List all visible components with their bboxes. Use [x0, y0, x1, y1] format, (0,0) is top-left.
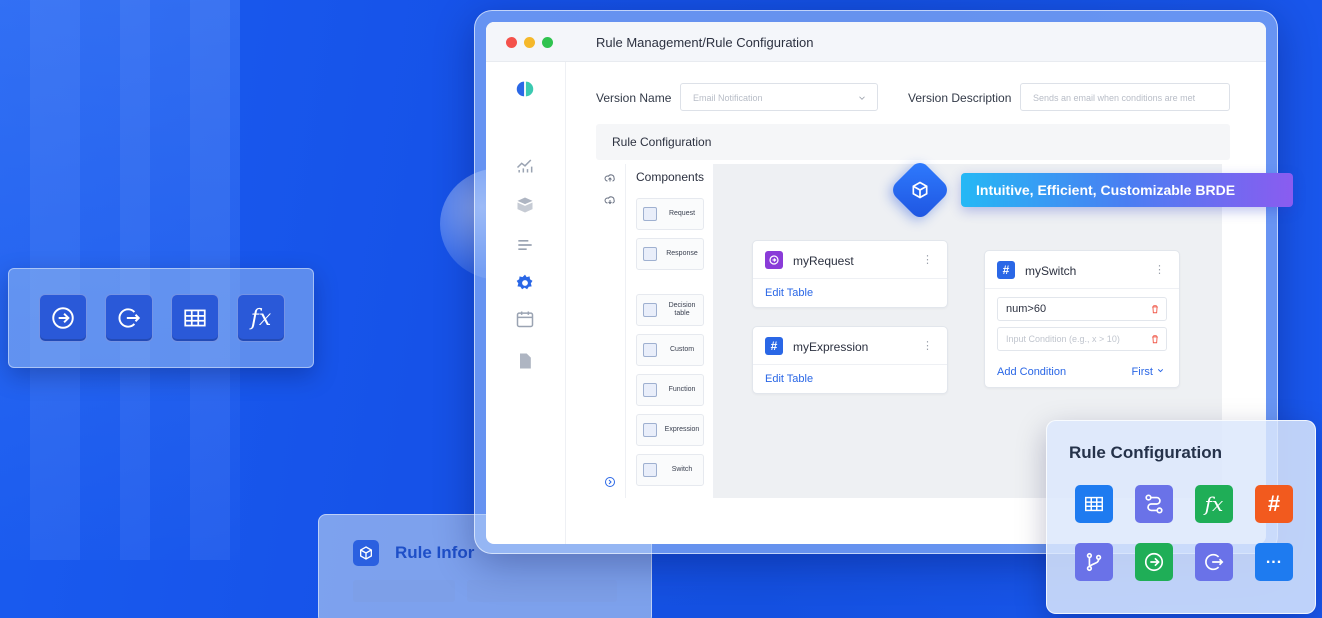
- condition-input[interactable]: num>60: [997, 297, 1167, 321]
- hash-icon: #: [997, 261, 1015, 279]
- components-panel: Components Request Response Decision tab…: [626, 164, 714, 498]
- sidebar: [486, 62, 566, 544]
- left-rail: [596, 164, 626, 498]
- version-description-placeholder: Sends an email when conditions are met: [1033, 93, 1196, 103]
- node-my-switch[interactable]: # mySwitch ⋮ num>60 Input Condition (e.g…: [984, 250, 1180, 388]
- calendar-icon[interactable]: [514, 308, 536, 330]
- edit-table-link[interactable]: Edit Table: [765, 373, 813, 385]
- function-fx-icon[interactable]: fx: [1195, 485, 1233, 523]
- rule-configuration-title: Rule Configuration: [612, 135, 712, 149]
- more-vertical-icon[interactable]: ⋮: [922, 253, 933, 266]
- app-logo-icon[interactable]: [514, 78, 536, 100]
- component-request[interactable]: Request: [636, 198, 704, 230]
- cube-icon: [908, 178, 932, 202]
- version-description-input[interactable]: Sends an email when conditions are met: [1020, 83, 1230, 111]
- delete-icon[interactable]: [1150, 333, 1160, 345]
- node-name: myRequest: [793, 254, 854, 268]
- floating-tool-panel: fx: [8, 268, 314, 368]
- mode-select[interactable]: First: [1132, 366, 1165, 378]
- list-icon[interactable]: [514, 234, 536, 256]
- version-name-value: Email Notification: [693, 93, 763, 103]
- placeholder-bar: [467, 580, 617, 602]
- more-vertical-icon[interactable]: ⋮: [922, 339, 933, 352]
- components-title: Components: [636, 170, 705, 184]
- logout-icon[interactable]: [105, 294, 153, 342]
- rule-configuration-header: Rule Configuration: [596, 124, 1230, 160]
- rule-info-title: Rule Infor: [395, 543, 475, 562]
- title-bar: Rule Management/Rule Configuration: [486, 22, 1266, 62]
- node-name: myExpression: [793, 340, 869, 354]
- expand-panel-icon[interactable]: [604, 476, 616, 488]
- hash-icon[interactable]: #: [1255, 485, 1293, 523]
- more-horizontal-icon[interactable]: ...: [1255, 543, 1293, 581]
- more-vertical-icon[interactable]: ⋮: [1154, 263, 1165, 276]
- component-switch[interactable]: Switch: [636, 454, 704, 486]
- request-node-icon: [765, 251, 783, 269]
- minimize-window-button[interactable]: [524, 37, 535, 48]
- cloud-download-icon[interactable]: [604, 194, 616, 206]
- node-my-expression[interactable]: # myExpression ⋮ Edit Table: [752, 326, 948, 394]
- response-icon: [643, 247, 657, 261]
- table-icon[interactable]: [171, 294, 219, 342]
- component-response[interactable]: Response: [636, 238, 704, 270]
- package-icon[interactable]: [514, 194, 536, 216]
- chevron-down-icon: [1157, 369, 1164, 373]
- placeholder-bar: [353, 580, 455, 602]
- settings-gear-icon[interactable]: [514, 272, 536, 294]
- function-icon: [643, 383, 657, 397]
- feature-banner: Intuitive, Efficient, Customizable BRDE: [961, 173, 1293, 207]
- expression-icon: [643, 423, 657, 437]
- custom-icon: [643, 343, 657, 357]
- table-icon[interactable]: [1075, 485, 1113, 523]
- component-function[interactable]: Function: [636, 374, 704, 406]
- close-window-button[interactable]: [506, 37, 517, 48]
- delete-icon[interactable]: [1150, 303, 1160, 315]
- node-name: mySwitch: [1025, 264, 1077, 278]
- request-icon: [643, 207, 657, 221]
- cube-icon: [353, 540, 379, 566]
- flow-route-icon[interactable]: [1135, 485, 1173, 523]
- version-description-label: Version Description: [908, 91, 1012, 105]
- hash-icon: #: [765, 337, 783, 355]
- cloud-upload-icon[interactable]: [604, 172, 616, 184]
- analytics-icon[interactable]: [514, 154, 536, 176]
- component-custom[interactable]: Custom: [636, 334, 704, 366]
- add-condition-link[interactable]: Add Condition: [997, 366, 1066, 378]
- edit-table-link[interactable]: Edit Table: [765, 287, 813, 299]
- rule-configuration-card: Rule Configuration fx # ...: [1046, 420, 1316, 614]
- login-icon[interactable]: [1135, 543, 1173, 581]
- condition-input-empty[interactable]: Input Condition (e.g., x > 10): [997, 327, 1167, 351]
- version-name-label: Version Name: [596, 91, 672, 105]
- maximize-window-button[interactable]: [542, 37, 553, 48]
- logout-icon[interactable]: [1195, 543, 1233, 581]
- login-icon[interactable]: [39, 294, 87, 342]
- chevron-down-icon: [859, 96, 865, 100]
- git-branch-icon[interactable]: [1075, 543, 1113, 581]
- rule-card-title: Rule Configuration: [1069, 443, 1222, 462]
- window-title: Rule Management/Rule Configuration: [596, 35, 814, 50]
- decision-table-icon: [643, 303, 657, 317]
- function-fx-icon[interactable]: fx: [237, 294, 285, 342]
- node-my-request[interactable]: myRequest ⋮ Edit Table: [752, 240, 948, 308]
- document-icon[interactable]: [514, 350, 536, 372]
- version-name-select[interactable]: Email Notification: [680, 83, 878, 111]
- component-expression[interactable]: Expression: [636, 414, 704, 446]
- component-decision-table[interactable]: Decision table: [636, 294, 704, 326]
- switch-icon: [643, 463, 657, 477]
